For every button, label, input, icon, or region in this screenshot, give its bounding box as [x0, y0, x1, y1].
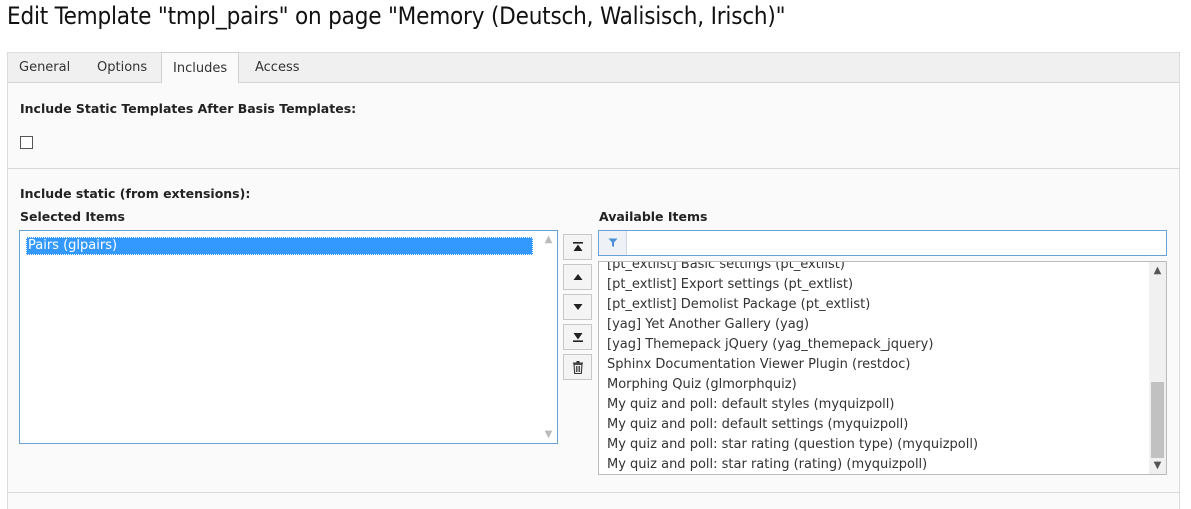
list-item[interactable]: [pt_extlist] Demolist Package (pt_extlis… — [599, 295, 1149, 315]
available-items-header: Available Items — [599, 209, 708, 224]
move-to-bottom-icon — [572, 333, 583, 342]
trash-icon — [572, 361, 583, 375]
static-templates-checkbox[interactable] — [20, 136, 33, 149]
list-item[interactable]: [yag] Themepack jQuery (yag_themepack_jq… — [599, 335, 1149, 355]
filter-icon-box — [599, 231, 627, 255]
list-item[interactable]: Morphing Quiz (glmorphquiz) — [599, 375, 1149, 395]
scroll-down-icon[interactable]: ▼ — [1149, 457, 1166, 474]
filter-icon — [608, 238, 617, 247]
list-item[interactable]: [yag] Yet Another Gallery (yag) — [599, 315, 1149, 335]
static-templates-label: Include Static Templates After Basis Tem… — [20, 101, 357, 116]
move-down-icon — [573, 304, 582, 310]
scroll-down-icon[interactable]: ▼ — [540, 426, 557, 443]
move-to-top-button[interactable] — [563, 234, 592, 260]
move-up-button[interactable] — [563, 264, 592, 290]
available-items-content: [pt_extlist] Basic settings (pt_extlist)… — [599, 262, 1149, 474]
page-title: Edit Template "tmpl_pairs" on page "Memo… — [7, 2, 786, 30]
move-down-button[interactable] — [563, 294, 592, 320]
list-item[interactable]: My quiz and poll: star rating (question … — [599, 435, 1149, 455]
filter-field[interactable] — [598, 230, 1168, 257]
selected-items-list[interactable]: Pairs (glpairs) ▲ ▼ — [19, 230, 558, 444]
scroll-thumb[interactable] — [1151, 382, 1164, 458]
filter-input[interactable] — [628, 231, 1168, 257]
selected-list-scrollbar[interactable]: ▲ ▼ — [540, 231, 557, 443]
tab-access[interactable]: Access — [244, 53, 311, 83]
tabs-bar: General Options Includes Access — [7, 52, 1180, 84]
tab-options[interactable]: Options — [86, 53, 158, 83]
remove-button[interactable] — [563, 354, 592, 380]
section-divider-bottom — [8, 492, 1179, 493]
selected-items-header: Selected Items — [20, 209, 125, 224]
available-list-scrollbar[interactable]: ▲ ▼ — [1149, 262, 1166, 474]
section-divider — [8, 168, 1179, 169]
scroll-up-icon[interactable]: ▲ — [540, 231, 557, 248]
tab-includes[interactable]: Includes — [161, 52, 240, 84]
list-item[interactable]: Sphinx Documentation Viewer Plugin (rest… — [599, 355, 1149, 375]
tab-general[interactable]: General — [8, 53, 81, 83]
available-items-list[interactable]: [pt_extlist] Basic settings (pt_extlist)… — [598, 261, 1167, 475]
selected-list-item[interactable]: Pairs (glpairs) — [26, 237, 533, 255]
list-item[interactable]: My quiz and poll: default settings (myqu… — [599, 415, 1149, 435]
list-item[interactable]: My quiz and poll: star rating (rating) (… — [599, 455, 1149, 474]
move-up-icon — [573, 274, 582, 280]
list-item[interactable]: [pt_extlist] Basic settings (pt_extlist) — [599, 262, 1149, 275]
scroll-up-icon[interactable]: ▲ — [1149, 262, 1166, 279]
include-static-label: Include static (from extensions): — [20, 186, 251, 201]
move-to-top-icon — [572, 242, 583, 251]
list-item[interactable]: My quiz and poll: default styles (myquiz… — [599, 395, 1149, 415]
move-to-bottom-button[interactable] — [563, 324, 592, 350]
list-item[interactable]: [pt_extlist] Export settings (pt_extlist… — [599, 275, 1149, 295]
